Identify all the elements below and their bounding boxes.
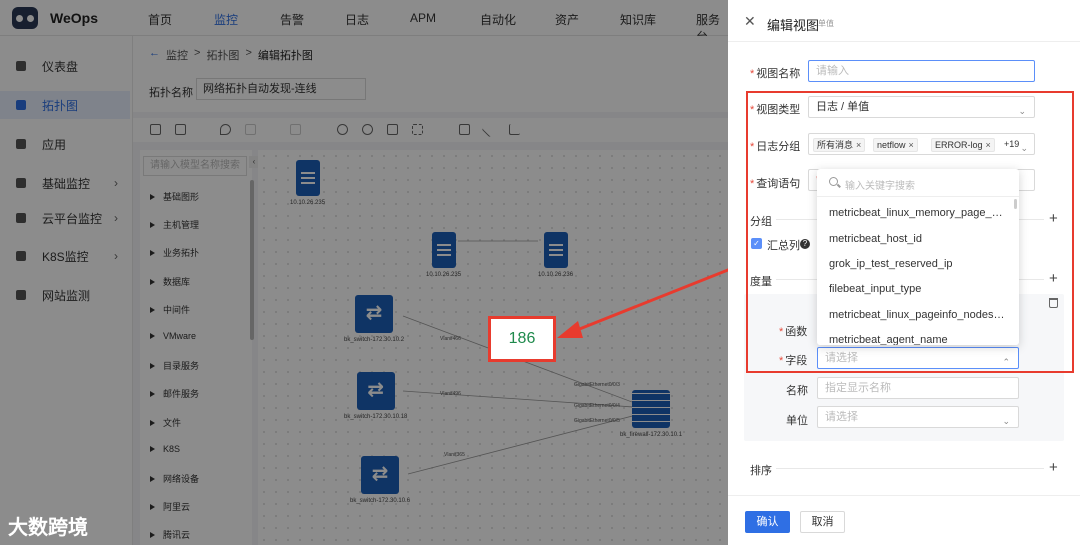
watermark: 大数跨境 — [8, 517, 88, 539]
display-name-input[interactable]: 指定显示名称 — [817, 377, 1019, 399]
view-name-label: * 视图名称 — [750, 68, 801, 80]
chevron-down-icon: ⌄ — [1002, 416, 1010, 426]
modal-overlay[interactable] — [0, 0, 728, 545]
drawer-subtitle: 单值 — [818, 19, 834, 28]
single-value-widget[interactable]: 186 — [488, 316, 556, 362]
unit-select[interactable]: 请选择 ⌄ — [817, 406, 1019, 428]
divider — [776, 468, 1044, 469]
drawer-footer-divider — [728, 495, 1080, 496]
background-app: WeOps 首页 监控 告警 日志 APM 自动化 资产 知识库 服务台 仪表盘… — [0, 0, 728, 545]
confirm-button[interactable]: 确认 — [745, 511, 790, 533]
cancel-button[interactable]: 取消 — [800, 511, 845, 533]
name-label: 名称 — [786, 385, 808, 397]
add-sort-plus-icon[interactable]: + — [1049, 460, 1058, 475]
drawer-title: 编辑视图 — [767, 18, 820, 33]
view-name-input[interactable]: 请输入 — [808, 60, 1035, 82]
unit-label: 单位 — [786, 415, 808, 427]
highlight-annotation-box — [746, 91, 1074, 373]
drawer-header: ✕ 编辑视图 单值 — [728, 0, 1080, 42]
sort-section-label: 排序 — [750, 465, 772, 477]
close-icon[interactable]: ✕ — [744, 14, 756, 28]
